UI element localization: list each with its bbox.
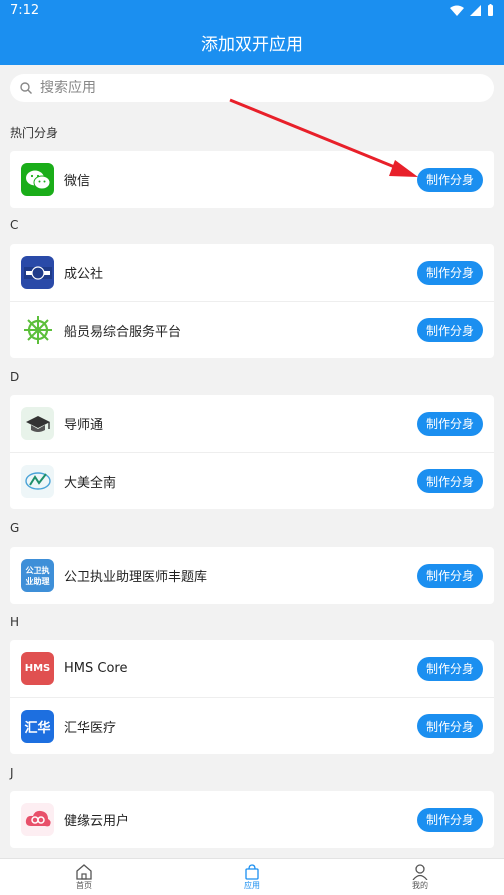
app-row-chenggongshe[interactable]: 成公社 制作分身: [10, 244, 494, 301]
make-clone-button-huihua[interactable]: 制作分身: [417, 714, 483, 738]
page-title: 添加双开应用: [201, 35, 303, 55]
app-name: HMS Core: [64, 661, 128, 676]
app-name: 健缘云用户: [64, 814, 130, 829]
app-group-g: 公卫执业助理 公卫执业助理医师丰题库 制作分身: [10, 547, 494, 604]
app-name: 公卫执业助理医师丰题库: [64, 570, 208, 585]
app-row-wechat[interactable]: 微信 制作分身: [10, 151, 494, 208]
graduation-cap-icon: [21, 407, 54, 440]
ship-wheel-icon: [21, 313, 54, 347]
app-group-d: 导师通 制作分身 大美全南 制作分身: [10, 395, 494, 509]
app-row-hmscore[interactable]: HMS HMS Core 制作分身: [10, 640, 494, 697]
make-clone-button-chuanyuanyi[interactable]: 制作分身: [417, 318, 483, 342]
hms-icon: HMS: [21, 652, 54, 685]
app-name: 成公社: [64, 267, 104, 282]
section-label-h: H: [10, 615, 20, 629]
app-header: 7:12 添加双开应用: [0, 0, 504, 65]
damei-logo-icon: [21, 464, 54, 498]
wechat-icon: [21, 163, 54, 196]
make-clone-button-wechat[interactable]: 制作分身: [417, 167, 483, 192]
tab-apps[interactable]: 应用: [168, 859, 336, 895]
jianyuan-cloud-icon: [21, 803, 54, 836]
make-clone-button-hmscore[interactable]: 制作分身: [417, 656, 483, 681]
app-row-daoshitong[interactable]: 导师通 制作分身: [10, 395, 494, 452]
app-row-gongwei[interactable]: 公卫执业助理 公卫执业助理医师丰题库 制作分身: [10, 547, 494, 604]
search-bar[interactable]: [10, 74, 494, 102]
app-name: 汇华医疗: [64, 720, 117, 736]
app-group-c: 成公社 制作分身 船员易综合服务平台 制作分身: [10, 244, 494, 358]
app-name: 大美全南: [64, 475, 117, 491]
app-name: 船员易综合服务平台: [64, 324, 182, 340]
status-icons: [450, 4, 494, 16]
search-input[interactable]: [40, 80, 460, 96]
section-label-hot: 热门分身: [10, 126, 59, 140]
huihua-icon: 汇华: [21, 709, 54, 743]
make-clone-button-jianyuan[interactable]: 制作分身: [417, 807, 483, 832]
tab-home[interactable]: 首页: [0, 859, 168, 895]
make-clone-button-gongwei[interactable]: 制作分身: [417, 563, 483, 588]
section-label-d: D: [10, 370, 20, 384]
app-name: 导师通: [64, 418, 104, 433]
tab-label: 我的: [412, 880, 428, 890]
wifi-icon: [450, 5, 464, 16]
status-bar: 7:12: [0, 0, 504, 22]
tab-label: 应用: [244, 880, 260, 890]
app-name: 微信: [64, 174, 91, 189]
section-label-g: G: [10, 521, 20, 535]
app-row-dameiquannan[interactable]: 大美全南 制作分身: [10, 452, 494, 509]
app-row-huihua[interactable]: 汇华 汇华医疗 制作分身: [10, 697, 494, 754]
app-group-j: 健缘云用户 制作分身: [10, 791, 494, 848]
section-label-j: J: [10, 766, 14, 780]
gongwei-icon: 公卫执业助理: [21, 559, 54, 592]
app-row-chuanyuanyi[interactable]: 船员易综合服务平台 制作分身: [10, 301, 494, 358]
section-label-c: C: [10, 218, 19, 232]
home-icon: [76, 863, 92, 880]
status-time: 7:12: [10, 3, 40, 18]
make-clone-button-chenggongshe[interactable]: 制作分身: [417, 260, 483, 285]
chenggongshe-icon: [21, 256, 54, 289]
user-icon: [412, 863, 428, 880]
bag-icon: [245, 863, 259, 880]
signal-icon: [470, 4, 481, 16]
tab-label: 首页: [76, 880, 92, 890]
app-group-h: HMS HMS Core 制作分身 汇华 汇华医疗 制作分身: [10, 640, 494, 754]
app-group-hot: 微信 制作分身: [10, 151, 494, 208]
bottom-tab-bar: 首页 应用 我的: [0, 858, 504, 895]
tab-mine[interactable]: 我的: [336, 859, 504, 895]
search-icon: [20, 82, 32, 94]
app-row-jianyuan[interactable]: 健缘云用户 制作分身: [10, 791, 494, 848]
make-clone-button-dameiquannan[interactable]: 制作分身: [417, 469, 483, 493]
battery-icon: [488, 4, 493, 16]
make-clone-button-daoshitong[interactable]: 制作分身: [417, 411, 483, 436]
